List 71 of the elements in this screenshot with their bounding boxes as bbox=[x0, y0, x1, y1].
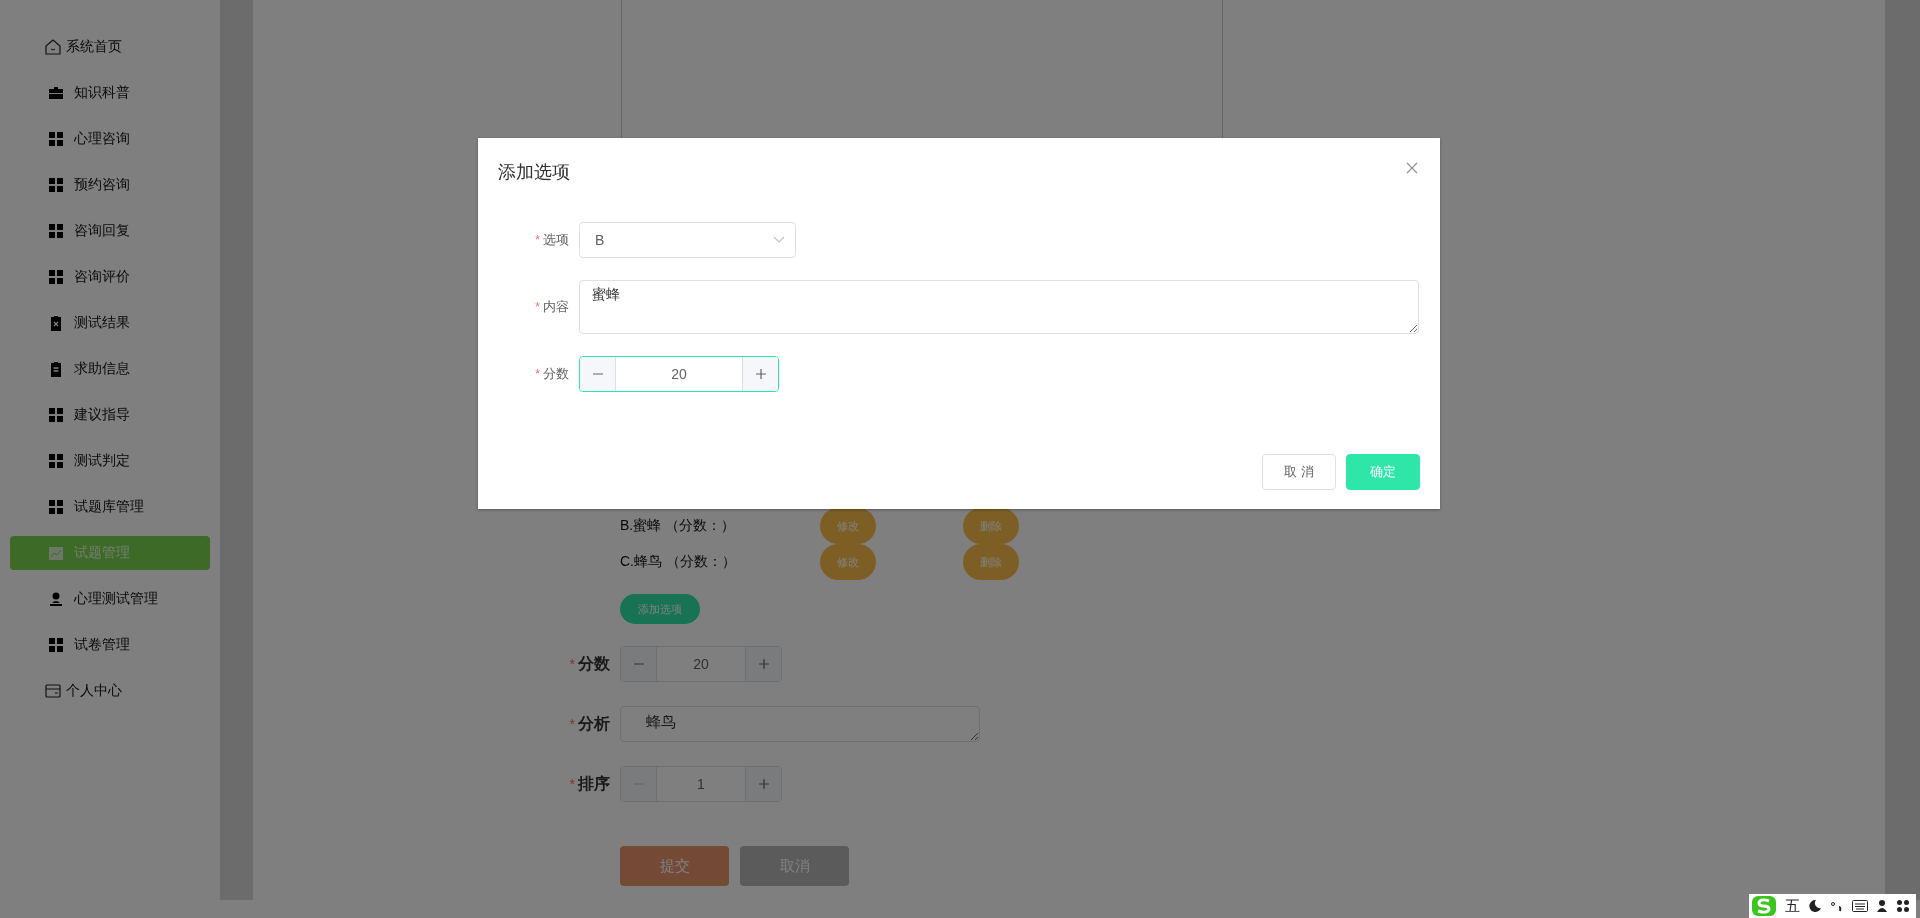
sidebar-item[interactable]: 咨询回复 bbox=[10, 214, 210, 248]
grid-icon bbox=[48, 453, 64, 469]
chevron-down-icon bbox=[773, 236, 785, 244]
grid-icon bbox=[48, 177, 64, 193]
chart-icon bbox=[48, 545, 64, 561]
sidebar-item[interactable]: 试卷管理 bbox=[10, 628, 210, 662]
grid-icon bbox=[48, 269, 64, 285]
plus-icon bbox=[757, 778, 770, 790]
grid-icon bbox=[48, 131, 64, 147]
sidebar-item[interactable]: 试题库管理 bbox=[10, 490, 210, 524]
decrease-button[interactable] bbox=[621, 647, 657, 681]
sidebar-item[interactable]: 心理咨询 bbox=[10, 122, 210, 156]
number-input[interactable]: 1 bbox=[620, 766, 782, 802]
content-field[interactable]: 蜜蜂 bbox=[579, 280, 1419, 334]
grid-icon bbox=[48, 407, 64, 423]
sidebar-item[interactable]: 建议指导 bbox=[10, 398, 210, 432]
field-label: 内容 bbox=[543, 298, 569, 316]
number-value[interactable]: 1 bbox=[657, 767, 745, 801]
increase-button[interactable] bbox=[745, 647, 781, 681]
sidebar-item[interactable]: 知识科普 bbox=[10, 76, 210, 110]
clipboard-icon bbox=[48, 315, 64, 331]
required-mark: * bbox=[569, 776, 575, 792]
sidebar-item[interactable]: 咨询评价 bbox=[10, 260, 210, 294]
ime-mode[interactable]: 五 bbox=[1785, 896, 1800, 916]
required-mark: * bbox=[569, 716, 575, 732]
grid-icon bbox=[48, 499, 64, 515]
sidebar-item[interactable]: 心理测试管理 bbox=[10, 582, 210, 616]
required-mark: * bbox=[569, 656, 575, 672]
grid-icon[interactable] bbox=[1896, 899, 1910, 913]
punctuation-icon[interactable] bbox=[1830, 899, 1844, 913]
clipboard-icon bbox=[48, 361, 64, 377]
required-mark: * bbox=[535, 367, 540, 381]
sidebar-item[interactable]: 测试判定 bbox=[10, 444, 210, 478]
field-label: 分数 bbox=[578, 653, 610, 674]
person-icon bbox=[48, 591, 64, 607]
briefcase-icon bbox=[48, 85, 64, 101]
sidebar-item[interactable]: 求助信息 bbox=[10, 352, 210, 386]
required-mark: * bbox=[535, 300, 540, 314]
card-icon bbox=[44, 682, 62, 700]
grid-icon bbox=[48, 637, 64, 653]
analysis-field[interactable]: 蜂鸟 bbox=[620, 706, 980, 742]
increase-button[interactable] bbox=[745, 767, 781, 801]
number-input[interactable]: 20 bbox=[620, 646, 782, 682]
field-label: 分析 bbox=[578, 713, 610, 734]
number-input[interactable]: 20 bbox=[579, 356, 779, 392]
plus-icon bbox=[754, 368, 767, 380]
number-value[interactable]: 20 bbox=[657, 647, 745, 681]
required-mark: * bbox=[535, 233, 540, 247]
increase-button[interactable] bbox=[742, 357, 778, 391]
cancel-button[interactable]: 取 消 bbox=[1262, 454, 1336, 490]
field-label: 分数 bbox=[543, 365, 569, 383]
field-label: 选项 bbox=[543, 231, 569, 249]
option-select[interactable]: B bbox=[579, 222, 796, 258]
field-label: 排序 bbox=[578, 773, 610, 794]
home-icon bbox=[44, 38, 62, 56]
number-value[interactable]: 20 bbox=[616, 357, 742, 391]
dialog-title: 添加选项 bbox=[498, 161, 570, 184]
grid-icon bbox=[48, 223, 64, 239]
keyboard-icon[interactable] bbox=[1852, 900, 1868, 912]
option-text: C.蜂鸟 （分数：） bbox=[620, 553, 737, 571]
sidebar-item[interactable]: 个人中心 bbox=[10, 674, 210, 708]
plus-icon bbox=[757, 658, 770, 670]
sidebar-item[interactable]: 测试结果 bbox=[10, 306, 210, 340]
moon-icon[interactable] bbox=[1808, 899, 1822, 913]
decrease-button[interactable] bbox=[580, 357, 616, 391]
sidebar-item[interactable]: 系统首页 bbox=[10, 30, 210, 64]
close-icon[interactable] bbox=[1406, 162, 1418, 174]
person-icon[interactable] bbox=[1876, 899, 1888, 913]
ime-logo-icon[interactable] bbox=[1751, 895, 1777, 917]
sidebar-item[interactable]: 预约咨询 bbox=[10, 168, 210, 202]
option-text: B.蜜蜂 （分数：） bbox=[620, 517, 737, 535]
